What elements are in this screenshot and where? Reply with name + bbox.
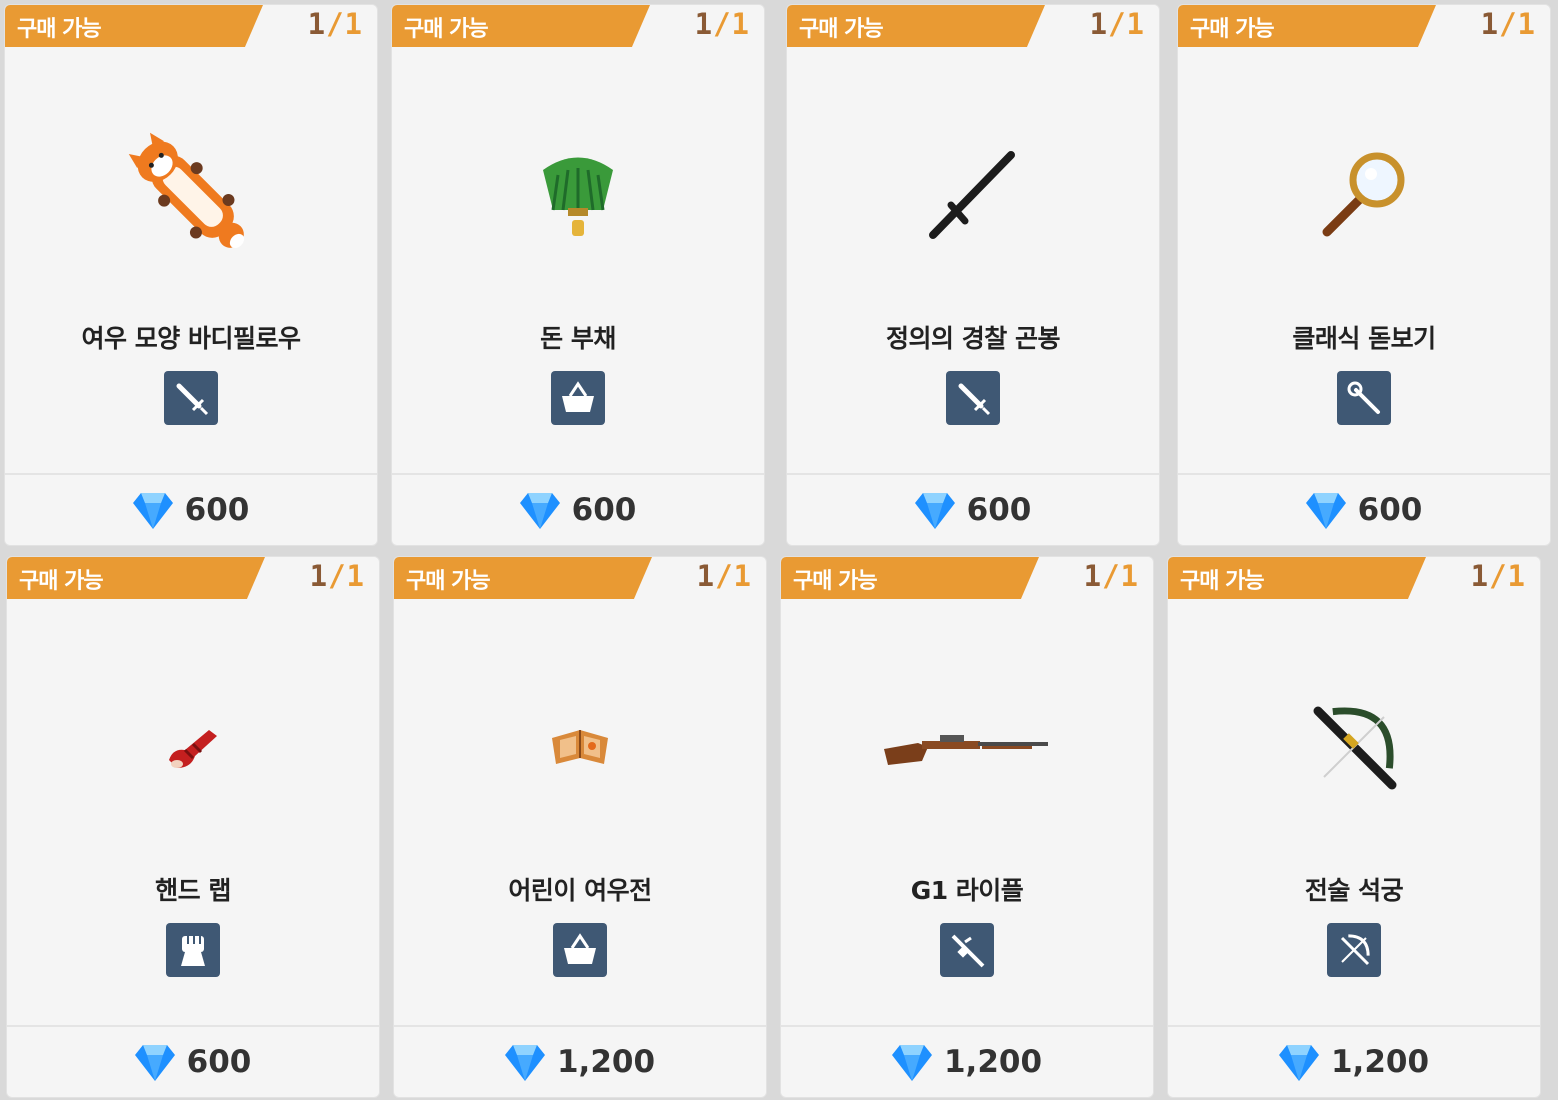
sword-icon [946,371,1000,425]
price-row[interactable]: 1,200 [394,1027,766,1097]
item-name: 클래식 돋보기 [1292,324,1436,353]
price-value: 1,200 [1330,1044,1430,1080]
purchase-count: 1/1 [696,559,752,593]
status-banner: 구매 가능 [394,557,652,599]
status-label: 구매 가능 [19,569,104,594]
price-row[interactable]: 600 [787,475,1159,545]
status-banner: 구매 가능 [781,557,1039,599]
price-row[interactable]: 600 [5,475,377,545]
shop-item-card[interactable]: 구매 가능 1/1 여우 모양 바디필로우 600 [4,4,378,546]
rifle-icon [940,923,994,977]
price-row[interactable]: 600 [7,1027,379,1097]
status-label: 구매 가능 [793,569,878,594]
gem-icon [134,1045,175,1081]
purchase-count: 1/1 [1470,559,1526,593]
fox-book-icon [394,652,766,842]
shop-item-card[interactable]: 구매 가능 1/1 핸드 랩 600 [6,556,380,1098]
price-value: 600 [186,1044,252,1080]
staff-icon [1337,371,1391,425]
purchase-count: 1/1 [1083,559,1139,593]
shop-item-card[interactable]: 구매 가능 1/1 G1 라이플 1,200 [780,556,1154,1098]
price-row[interactable]: 1,200 [1168,1027,1540,1097]
purchase-count: 1/1 [309,559,365,593]
shop-item-card[interactable]: 구매 가능 1/1 어린이 여우전 1,200 [393,556,767,1098]
purchase-count: 1/1 [1480,7,1536,41]
price-row[interactable]: 1,200 [781,1027,1153,1097]
price-value: 600 [184,492,250,528]
purchase-count: 1/1 [694,7,750,41]
fist-icon [166,923,220,977]
shop-item-card[interactable]: 구매 가능 1/1 정의의 경찰 곤봉 600 [786,4,1160,546]
item-name: 여우 모양 바디필로우 [81,324,301,353]
price-value: 1,200 [943,1044,1043,1080]
item-name: 전술 석궁 [1304,876,1404,905]
item-name: 돈 부채 [540,324,616,353]
item-name: 핸드 랩 [155,876,231,905]
price-value: 600 [571,492,637,528]
price-value: 600 [966,492,1032,528]
price-row[interactable]: 600 [392,475,764,545]
gem-icon [914,493,955,529]
status-banner: 구매 가능 [1168,557,1426,599]
status-banner: 구매 가능 [392,5,650,47]
sword-icon [164,371,218,425]
price-value: 1,200 [556,1044,656,1080]
price-value: 600 [1357,492,1423,528]
crossbow-icon [1327,923,1381,977]
shop-item-card[interactable]: 구매 가능 1/1 전술 석궁 1,200 [1167,556,1541,1098]
hand-wrap-icon [7,652,379,842]
status-banner: 구매 가능 [787,5,1045,47]
status-label: 구매 가능 [17,17,102,42]
basket-icon [553,923,607,977]
money-fan-icon [392,100,764,290]
status-label: 구매 가능 [404,17,489,42]
gem-icon [1305,493,1346,529]
status-label: 구매 가능 [1190,17,1275,42]
status-label: 구매 가능 [406,569,491,594]
status-banner: 구매 가능 [7,557,265,599]
gem-icon [504,1045,545,1081]
fox-pillow-icon [5,100,377,290]
status-label: 구매 가능 [799,17,884,42]
item-name: G1 라이플 [910,876,1024,905]
g1-rifle-icon [781,652,1153,842]
status-banner: 구매 가능 [5,5,263,47]
crossbow-art-icon [1168,652,1540,842]
magnifier-icon [1178,100,1550,290]
item-name: 어린이 여우전 [508,876,652,905]
gem-icon [132,493,173,529]
gem-icon [1278,1045,1319,1081]
basket-icon [551,371,605,425]
purchase-count: 1/1 [1089,7,1145,41]
gem-icon [519,493,560,529]
item-name: 정의의 경찰 곤봉 [886,324,1060,353]
purchase-count: 1/1 [307,7,363,41]
status-banner: 구매 가능 [1178,5,1436,47]
price-row[interactable]: 600 [1178,475,1550,545]
status-label: 구매 가능 [1180,569,1265,594]
shop-item-card[interactable]: 구매 가능 1/1 돈 부채 600 [391,4,765,546]
police-baton-icon [787,100,1159,290]
shop-item-card[interactable]: 구매 가능 1/1 클래식 돋보기 600 [1177,4,1551,546]
gem-icon [891,1045,932,1081]
